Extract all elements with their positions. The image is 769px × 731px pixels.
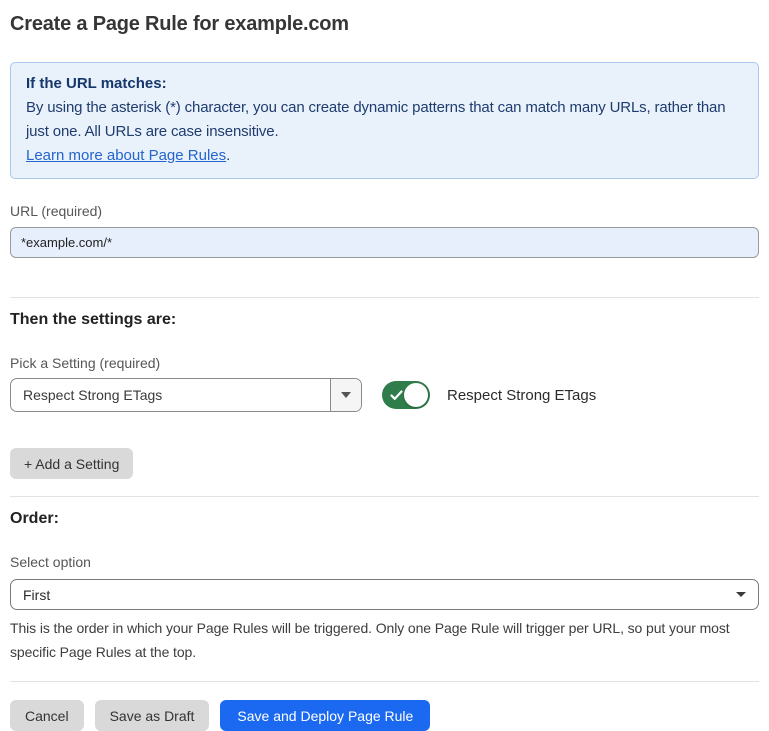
setting-row: Respect Strong ETags Respect Strong ETag… [10, 378, 759, 412]
add-setting-button[interactable]: + Add a Setting [10, 448, 133, 479]
setting-dropdown[interactable]: Respect Strong ETags [10, 378, 362, 412]
order-section-heading: Order: [10, 509, 759, 529]
order-help-text: This is the order in which your Page Rul… [10, 616, 759, 664]
divider [10, 681, 759, 682]
toggle-knob [404, 383, 428, 407]
chevron-down-icon [341, 392, 351, 398]
order-select-value: First [23, 587, 50, 603]
link-period: . [226, 147, 230, 164]
chevron-down-icon [736, 592, 746, 597]
info-box-heading: If the URL matches: [26, 72, 743, 96]
order-select-label: Select option [10, 553, 759, 571]
setting-dropdown-value: Respect Strong ETags [11, 379, 330, 411]
setting-dropdown-arrow-button[interactable] [330, 379, 361, 411]
create-page-rule-form: Create a Page Rule for example.com If th… [0, 11, 769, 731]
learn-more-link[interactable]: Learn more about Page Rules [26, 147, 226, 164]
settings-section-heading: Then the settings are: [10, 310, 759, 330]
order-select[interactable]: First [10, 579, 759, 610]
divider [10, 496, 759, 497]
cancel-button[interactable]: Cancel [10, 700, 84, 731]
url-field-label: URL (required) [10, 202, 759, 220]
url-input[interactable] [10, 227, 759, 258]
save-as-draft-button[interactable]: Save as Draft [95, 700, 210, 731]
divider [10, 297, 759, 298]
info-box-link-line: Learn more about Page Rules. [26, 144, 743, 168]
action-buttons: Cancel Save as Draft Save and Deploy Pag… [10, 700, 759, 731]
page-title: Create a Page Rule for example.com [10, 11, 759, 37]
info-box-body: By using the asterisk (*) character, you… [26, 96, 743, 144]
url-match-info-box: If the URL matches: By using the asteris… [10, 62, 759, 179]
toggle-label: Respect Strong ETags [447, 387, 596, 404]
pick-setting-label: Pick a Setting (required) [10, 354, 759, 372]
check-icon [390, 390, 403, 401]
save-and-deploy-button[interactable]: Save and Deploy Page Rule [220, 700, 430, 731]
respect-strong-etags-toggle[interactable] [382, 381, 430, 409]
